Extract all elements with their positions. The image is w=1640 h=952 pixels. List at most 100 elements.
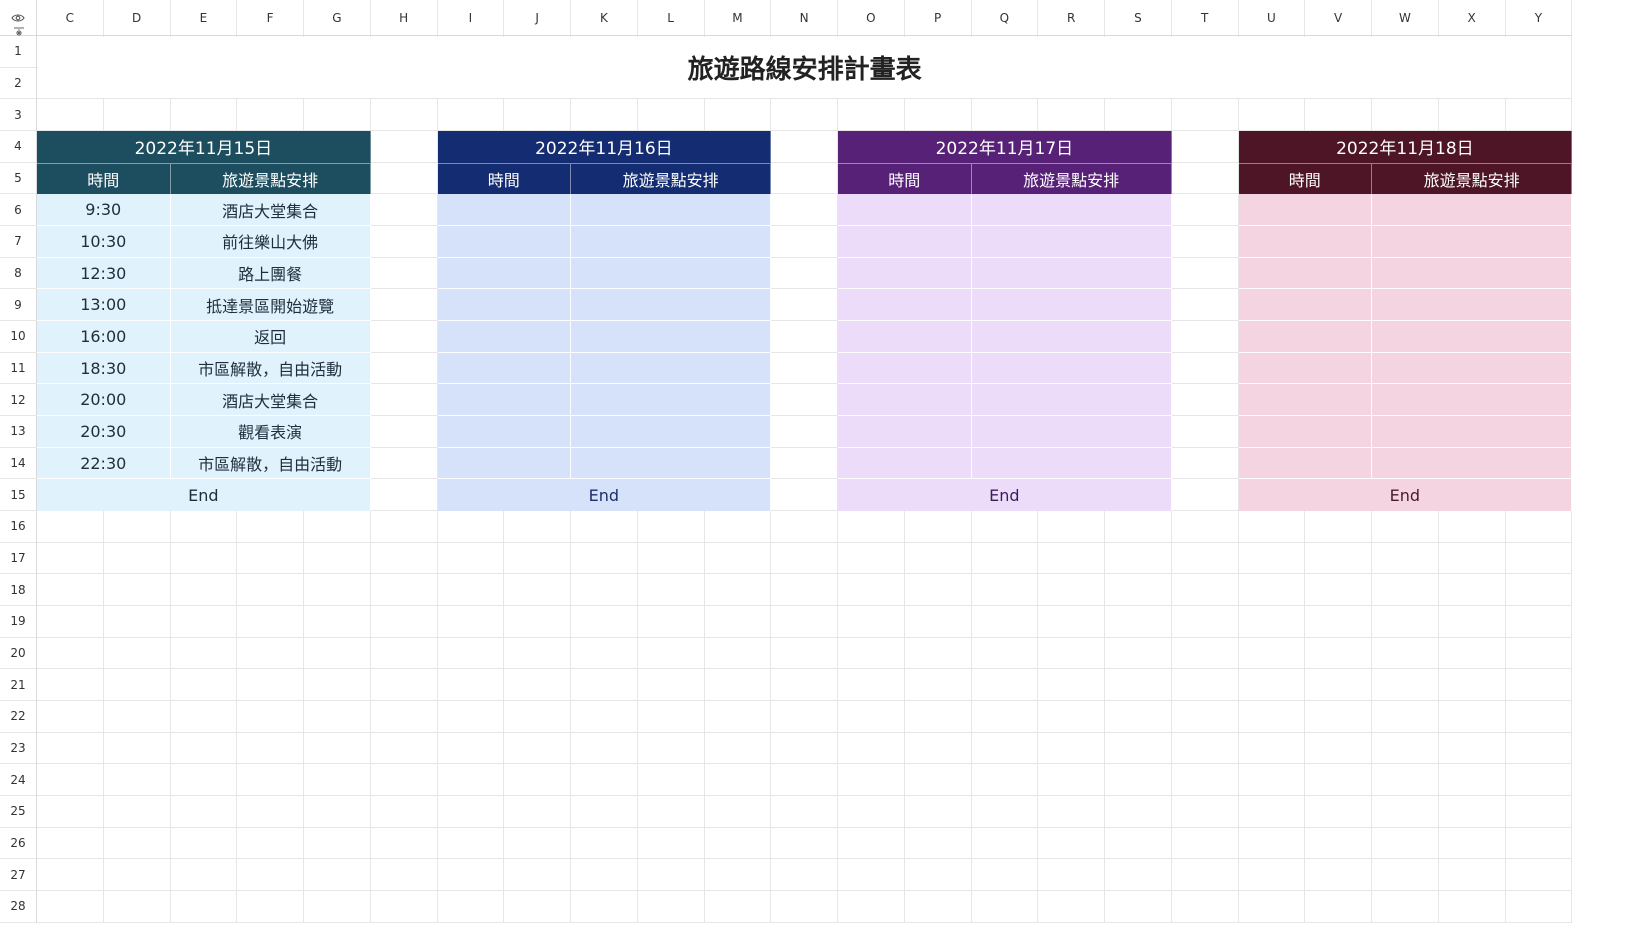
- grid-cell[interactable]: [571, 637, 638, 670]
- grid-cell[interactable]: [1171, 859, 1239, 892]
- grid-cell[interactable]: [1372, 827, 1439, 860]
- grid-cell[interactable]: [370, 321, 438, 353]
- row-header-21[interactable]: 21: [0, 669, 37, 702]
- grid-cell[interactable]: [170, 542, 238, 575]
- column-header-r[interactable]: R: [1038, 0, 1105, 36]
- grid-cell[interactable]: [704, 511, 772, 543]
- schedule-time-cell[interactable]: [437, 352, 571, 385]
- grid-cell[interactable]: [437, 764, 505, 797]
- column-header-x[interactable]: X: [1438, 0, 1506, 36]
- grid-cell[interactable]: [771, 352, 838, 385]
- grid-cell[interactable]: [704, 764, 772, 797]
- row-header-10[interactable]: 10: [0, 321, 37, 353]
- grid-cell[interactable]: [370, 289, 438, 322]
- grid-cell[interactable]: [437, 701, 505, 733]
- schedule-time-cell[interactable]: [437, 226, 571, 258]
- grid-cell[interactable]: [838, 606, 905, 638]
- grid-cell[interactable]: [1438, 606, 1506, 638]
- grid-cell[interactable]: [1305, 669, 1372, 702]
- grid-cell[interactable]: [771, 226, 838, 258]
- row-header-14[interactable]: 14: [0, 447, 37, 480]
- grid-cell[interactable]: [237, 827, 304, 860]
- grid-cell[interactable]: [370, 732, 438, 765]
- grid-cell[interactable]: [1238, 99, 1306, 131]
- grid-cell[interactable]: [571, 99, 638, 131]
- grid-cell[interactable]: [904, 732, 972, 765]
- grid-cell[interactable]: [704, 891, 772, 923]
- grid-cell[interactable]: [1372, 891, 1439, 923]
- grid-cell[interactable]: [103, 637, 171, 670]
- grid-cell[interactable]: [504, 764, 571, 797]
- grid-cell[interactable]: [370, 226, 438, 258]
- schedule-activity-cell[interactable]: 觀看表演: [170, 416, 371, 448]
- grid-cell[interactable]: [1105, 701, 1172, 733]
- grid-cell[interactable]: [103, 574, 171, 607]
- grid-cell[interactable]: [838, 511, 905, 543]
- grid-cell[interactable]: [637, 891, 705, 923]
- grid-cell[interactable]: [971, 542, 1039, 575]
- grid-cell[interactable]: [904, 827, 972, 860]
- grid-cell[interactable]: [771, 511, 838, 543]
- grid-cell[interactable]: [771, 637, 838, 670]
- grid-cell[interactable]: [1372, 606, 1439, 638]
- schedule-activity-cell[interactable]: 返回: [170, 321, 371, 353]
- grid-cell[interactable]: [971, 99, 1039, 131]
- schedule-activity-cell[interactable]: [1372, 257, 1573, 290]
- grid-cell[interactable]: [1438, 701, 1506, 733]
- schedule-time-cell[interactable]: 12:30: [37, 257, 171, 290]
- grid-cell[interactable]: [1505, 542, 1573, 575]
- grid-cell[interactable]: [1505, 891, 1573, 923]
- schedule-time-cell[interactable]: [838, 384, 972, 417]
- grid-cell[interactable]: [37, 796, 104, 828]
- schedule-time-cell[interactable]: [437, 416, 571, 448]
- grid-cell[interactable]: [771, 574, 838, 607]
- grid-cell[interactable]: [637, 511, 705, 543]
- schedule-time-cell[interactable]: [1238, 226, 1372, 258]
- grid-cell[interactable]: [370, 99, 438, 131]
- grid-cell[interactable]: [838, 732, 905, 765]
- grid-cell[interactable]: [1505, 859, 1573, 892]
- grid-cell[interactable]: [237, 669, 304, 702]
- grid-cell[interactable]: [771, 384, 838, 417]
- grid-cell[interactable]: [1238, 606, 1306, 638]
- grid-cell[interactable]: [1505, 99, 1573, 131]
- row-header-9[interactable]: 9: [0, 289, 37, 322]
- grid-cell[interactable]: [170, 796, 238, 828]
- grid-cell[interactable]: [1305, 606, 1372, 638]
- grid-cell[interactable]: [504, 859, 571, 892]
- row-header-19[interactable]: 19: [0, 606, 37, 638]
- grid-cell[interactable]: [1438, 669, 1506, 702]
- grid-cell[interactable]: [704, 542, 772, 575]
- grid-cell[interactable]: [437, 669, 505, 702]
- grid-cell[interactable]: [904, 542, 972, 575]
- schedule-activity-cell[interactable]: [571, 416, 772, 448]
- grid-cell[interactable]: [637, 764, 705, 797]
- grid-cell[interactable]: [370, 701, 438, 733]
- grid-cell[interactable]: [838, 637, 905, 670]
- grid-cell[interactable]: [1438, 827, 1506, 860]
- column-header-t[interactable]: T: [1171, 0, 1239, 36]
- grid-cell[interactable]: [37, 606, 104, 638]
- grid-cell[interactable]: [370, 859, 438, 892]
- grid-cell[interactable]: [1171, 511, 1239, 543]
- grid-cell[interactable]: [571, 574, 638, 607]
- grid-cell[interactable]: [1038, 542, 1105, 575]
- grid-cell[interactable]: [504, 701, 571, 733]
- schedule-activity-cell[interactable]: 市區解散，自由活動: [170, 352, 371, 385]
- schedule-activity-cell[interactable]: [971, 321, 1172, 353]
- grid-cell[interactable]: [1305, 796, 1372, 828]
- grid-cell[interactable]: [1438, 859, 1506, 892]
- grid-cell[interactable]: [838, 827, 905, 860]
- schedule-activity-cell[interactable]: [971, 289, 1172, 322]
- schedule-time-cell[interactable]: [1238, 257, 1372, 290]
- schedule-time-cell[interactable]: 13:00: [37, 289, 171, 322]
- grid-cell[interactable]: [170, 827, 238, 860]
- schedule-time-cell[interactable]: [437, 384, 571, 417]
- grid-cell[interactable]: [437, 637, 505, 670]
- grid-cell[interactable]: [838, 764, 905, 797]
- grid-cell[interactable]: [370, 637, 438, 670]
- grid-cell[interactable]: [170, 511, 238, 543]
- grid-cell[interactable]: [971, 859, 1039, 892]
- grid-cell[interactable]: [504, 574, 571, 607]
- grid-cell[interactable]: [838, 669, 905, 702]
